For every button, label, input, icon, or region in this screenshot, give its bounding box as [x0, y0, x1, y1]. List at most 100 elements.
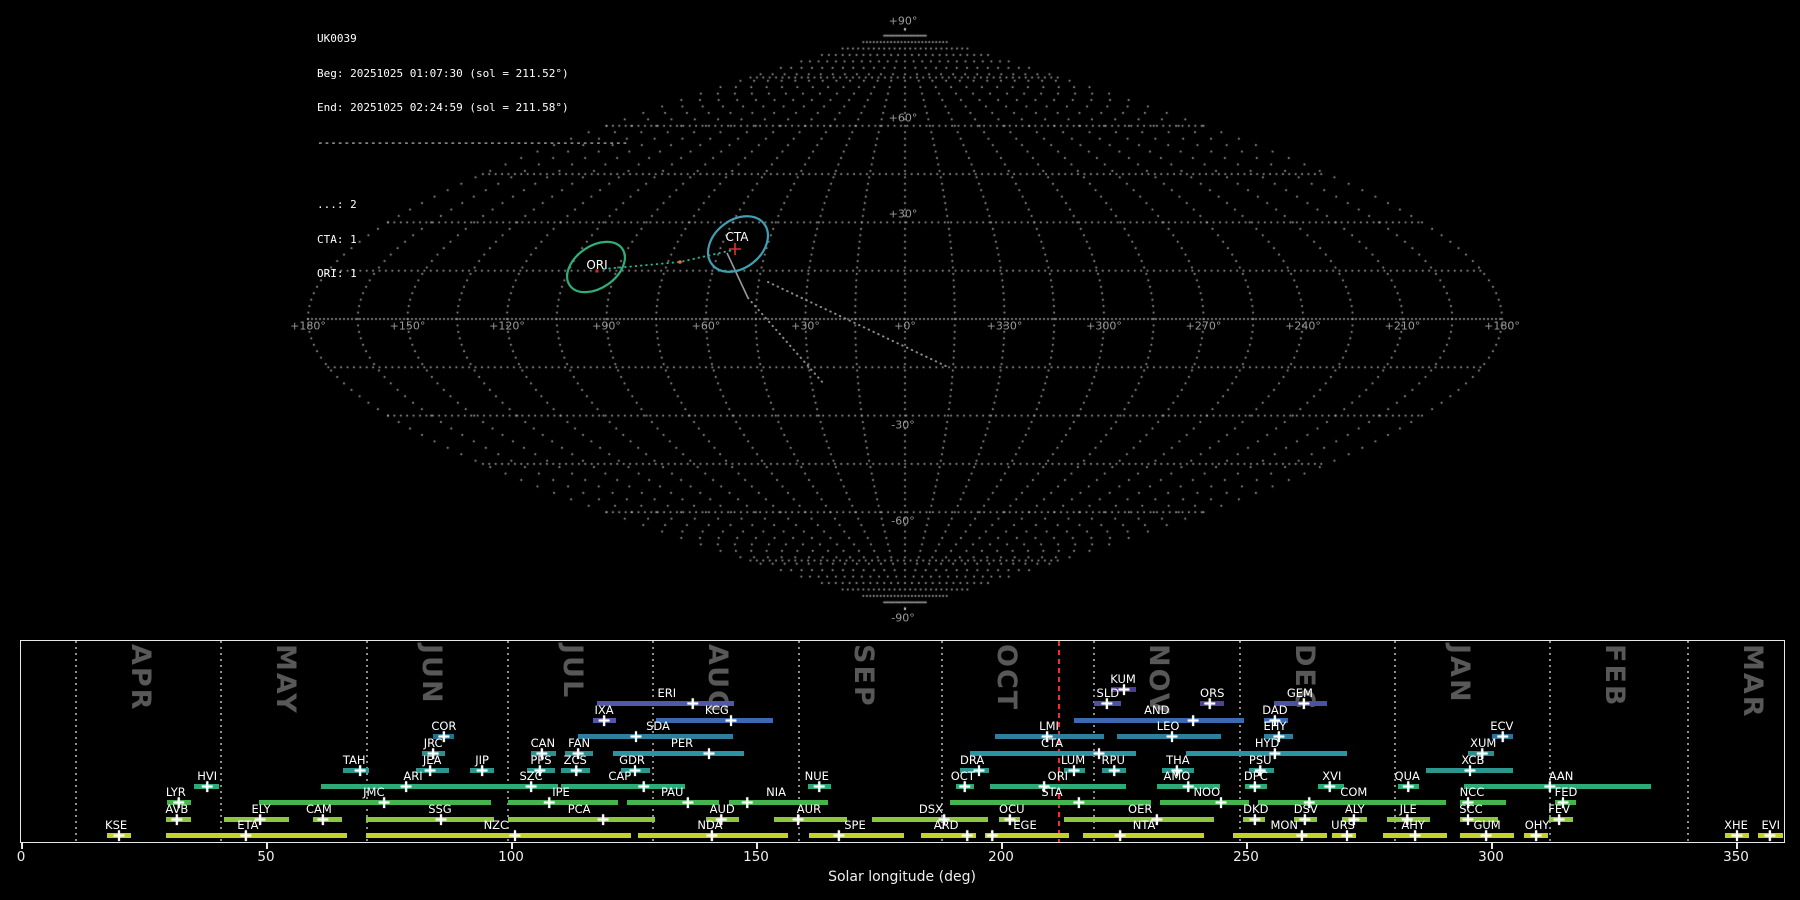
lon-label: +300°: [1086, 320, 1122, 333]
shower-label-FAN: FAN: [568, 736, 590, 750]
shower-label-NDA: NDA: [697, 818, 722, 832]
shower-label-KCG: KCG: [705, 703, 729, 717]
shower-label-JLE: JLE: [1400, 802, 1417, 816]
x-tick-label-300: 300: [1478, 849, 1504, 865]
shower-label-XVI: XVI: [1322, 769, 1341, 783]
shower-label-NUE: NUE: [805, 769, 829, 783]
shower-label-COR: COR: [431, 719, 456, 733]
shower-label-DAD: DAD: [1262, 703, 1287, 717]
month-label-OCT: OCT: [993, 644, 1020, 711]
shower-label-STA: STA: [1041, 785, 1062, 799]
shower-bar-SSG: [366, 817, 494, 822]
shower-label-LYR: LYR: [166, 785, 186, 799]
shower-label-PER: PER: [671, 736, 693, 750]
shower-label-QUA: QUA: [1395, 769, 1420, 783]
lat-label: -90°: [891, 611, 914, 624]
lon-label: +90°: [592, 320, 621, 333]
shower-label-AUD: AUD: [710, 802, 735, 816]
shower-label-XUM: XUM: [1470, 736, 1496, 750]
shower-label-DSX: DSX: [919, 802, 943, 816]
x-tick-label-250: 250: [1233, 849, 1259, 865]
shower-label-GUM: GUM: [1473, 818, 1500, 832]
end-time: End: 20251025 02:24:59 (sol = 211.58°): [317, 102, 628, 114]
shower-label-AHY: AHY: [1401, 818, 1425, 832]
meteor-trail: [748, 298, 824, 384]
shower-label-OHY: OHY: [1525, 818, 1550, 832]
shower-bar-AUR: [774, 817, 847, 822]
month-line-MAR: [1687, 641, 1689, 842]
shower-label-SDA: SDA: [646, 719, 670, 733]
meteor-trail: [727, 253, 748, 298]
shower-label-ALY: ALY: [1345, 802, 1365, 816]
month-label-MAR: MAR: [1739, 644, 1766, 719]
shower-label-RPU: RPU: [1102, 753, 1125, 767]
info-panel: UK0039 Beg: 20251025 01:07:30 (sol = 211…: [317, 10, 628, 314]
lon-label: +240°: [1285, 320, 1321, 333]
month-line-JUN: [366, 641, 368, 842]
shower-label-SPE: SPE: [844, 818, 866, 832]
shower-label-AND: AND: [1144, 703, 1169, 717]
shower-label-ERI: ERI: [658, 686, 677, 700]
shower-label-ARI: ARI: [403, 769, 422, 783]
shower-label-FED: FED: [1555, 785, 1578, 799]
month-label-JUN: JUN: [418, 644, 445, 705]
shower-label-MON: MON: [1270, 818, 1298, 832]
shower-label-JMC: JMC: [363, 785, 384, 799]
shower-label-AUR: AUR: [797, 802, 821, 816]
shower-label-NCC: NCC: [1460, 785, 1485, 799]
shower-label-CAP: CAP: [608, 769, 631, 783]
shower-label-PPS: PPS: [530, 753, 551, 767]
month-label-JUL: JUL: [559, 644, 586, 699]
lat-label: -60°: [891, 515, 914, 528]
shower-label-ECV: ECV: [1490, 719, 1513, 733]
shower-label-NTA: NTA: [1133, 818, 1156, 832]
shower-label-LMI: LMI: [1039, 719, 1059, 733]
shower-label-PSU: PSU: [1249, 753, 1272, 767]
shower-label-KUM: KUM: [1110, 672, 1136, 686]
shower-bar-NOO: [1160, 800, 1249, 805]
x-axis-title: Solar longitude (deg): [828, 869, 976, 885]
shower-bar-ARI: [321, 784, 509, 789]
month-line-JUL: [507, 641, 509, 842]
shower-label-DSV: DSV: [1294, 802, 1318, 816]
radiant-ellipse-CTA: [697, 205, 779, 283]
lon-label: +60°: [692, 320, 721, 333]
count-ori: ORI: 1: [317, 268, 628, 280]
begin-time: Beg: 20251025 01:07:30 (sol = 211.52°): [317, 68, 628, 80]
shower-bar-PAU: [627, 800, 719, 805]
shower-label-IXA: IXA: [595, 703, 614, 717]
shower-bar-ETA: [166, 833, 347, 838]
lon-label: +180°: [290, 320, 326, 333]
shower-label-DPC: DPC: [1244, 769, 1268, 783]
shower-label-CAM: CAM: [306, 802, 332, 816]
month-line-APR: [75, 641, 77, 842]
shower-label-OCU: OCU: [999, 802, 1025, 816]
lon-label: +330°: [987, 320, 1023, 333]
shower-label-NOO: NOO: [1193, 785, 1220, 799]
shower-bar-STA: [950, 800, 1151, 805]
meteor-observation-screen: { "header": { "station": "UK0039", "beg"…: [0, 0, 1800, 900]
lon-label: +120°: [489, 320, 525, 333]
shower-label-EGE: EGE: [1013, 818, 1036, 832]
shower-bar-SDA: [578, 734, 733, 739]
x-tick-label-0: 0: [17, 849, 26, 865]
lon-label: +30°: [791, 320, 820, 333]
shower-label-AAN: AAN: [1549, 769, 1574, 783]
shower-label-OCT: OCT: [951, 769, 975, 783]
shower-bar-NTA: [1083, 833, 1204, 838]
shower-label-SLD: SLD: [1097, 686, 1120, 700]
shower-label-JEA: JEA: [423, 753, 442, 767]
month-line-MAY: [220, 641, 222, 842]
shower-label-AMO: AMO: [1164, 769, 1191, 783]
shower-label-NZC: NZC: [484, 818, 509, 832]
shower-bar-IPE: [508, 800, 618, 805]
lat-label: +60°: [889, 111, 918, 124]
shower-label-JIP: JIP: [475, 753, 489, 767]
shower-bar-NZC: [366, 833, 631, 838]
station-id: UK0039: [317, 33, 628, 45]
shower-label-FEV: FEV: [1548, 802, 1570, 816]
shower-label-ARD: ARD: [934, 818, 959, 832]
shower-label-URS: URS: [1331, 818, 1355, 832]
shower-label-ORI: ORI: [1048, 769, 1068, 783]
shower-label-COM: COM: [1340, 785, 1367, 799]
